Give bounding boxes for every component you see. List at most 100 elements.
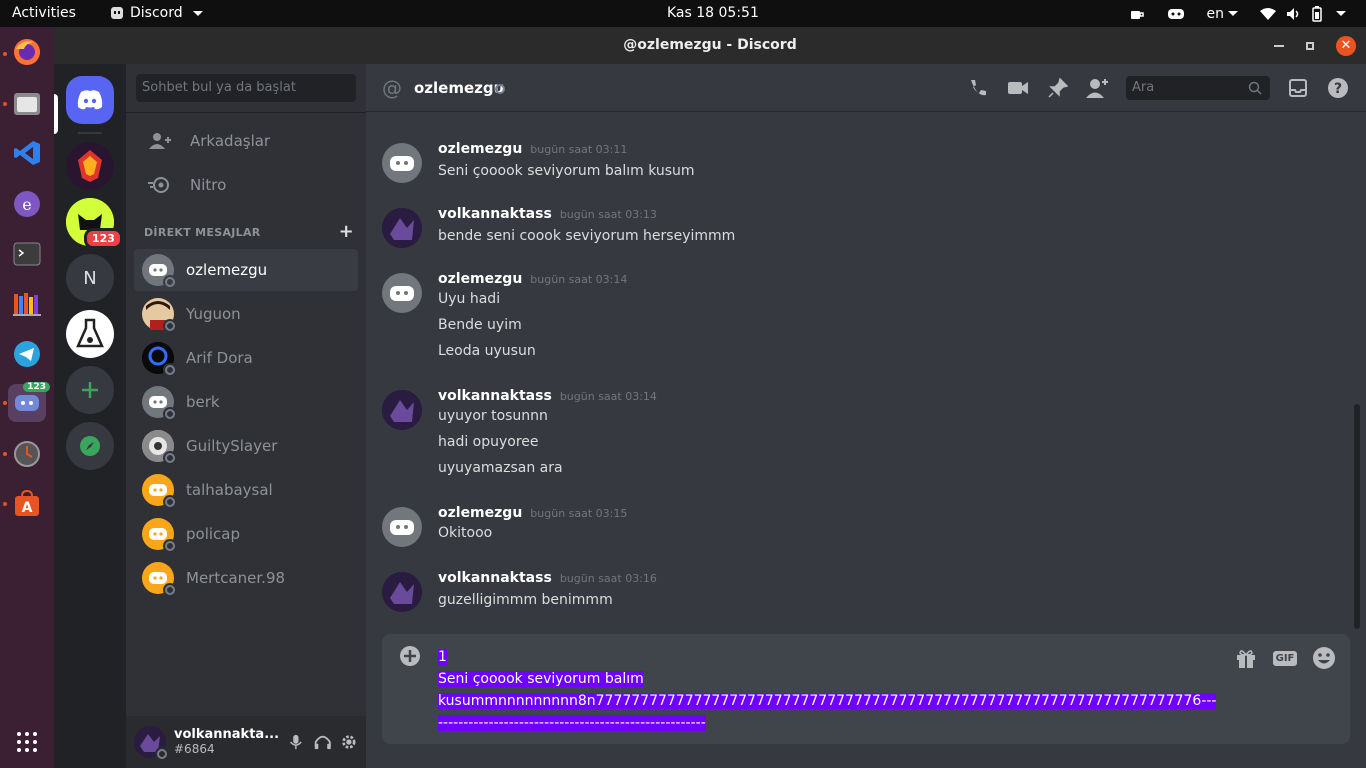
message-text: uyuyamazsan ara — [438, 460, 563, 476]
message-avatar[interactable] — [382, 572, 422, 612]
plus-icon — [82, 382, 98, 398]
firefox-icon[interactable] — [8, 33, 46, 71]
message-avatar[interactable] — [382, 507, 422, 547]
message-avatar[interactable] — [382, 208, 422, 248]
vscode-icon[interactable] — [8, 134, 46, 172]
add-server-button[interactable] — [66, 366, 114, 414]
svg-text:?: ? — [1334, 81, 1342, 97]
message-avatar[interactable] — [382, 273, 422, 313]
server-flask[interactable] — [66, 310, 114, 358]
message-author[interactable]: volkannaktass bugün saat 03:13 — [438, 206, 657, 222]
message-text: Okitooo — [438, 525, 493, 541]
dm-header-label: DİREKT MESAJLAR — [144, 226, 261, 239]
dm-search-input[interactable]: Sohbet bul ya da başlat — [136, 74, 356, 102]
telegram-icon[interactable] — [8, 335, 46, 373]
dm-item[interactable]: Mertcaner.98 — [134, 557, 358, 599]
help-icon[interactable]: ? — [1326, 76, 1350, 100]
maximize-button[interactable] — [1306, 41, 1314, 50]
message-input[interactable]: 1 Seni çooook seviyorum balım kusummnnnn… — [438, 646, 1217, 734]
add-friend-icon[interactable] — [1086, 76, 1110, 100]
dm-header: DİREKT MESAJLAR + — [144, 223, 354, 241]
voice-call-icon[interactable] — [966, 76, 990, 100]
settings-gear-icon[interactable] — [340, 732, 358, 752]
attach-plus-icon[interactable] — [399, 645, 421, 667]
window-title: @ozlemezgu - Discord — [623, 37, 797, 53]
dm-item[interactable]: GuiltySlayer — [134, 425, 358, 467]
language-selector[interactable]: en — [1207, 6, 1238, 22]
status-menu[interactable] — [1260, 5, 1346, 22]
dm-item[interactable]: policap — [134, 513, 358, 555]
scrollbar-thumb[interactable] — [1354, 404, 1360, 629]
author-name: ozlemezgu — [438, 141, 523, 157]
app-menu[interactable]: Discord — [110, 5, 203, 21]
nitro-icon — [148, 177, 169, 193]
timestamp: bugün saat 03:14 — [530, 273, 628, 286]
server-yellow[interactable]: 123 — [66, 198, 123, 249]
inbox-icon[interactable] — [1286, 76, 1310, 100]
discord-logo-icon — [77, 90, 103, 110]
coffee-icon[interactable] — [1129, 7, 1145, 21]
activities-button[interactable]: Activities — [12, 5, 76, 21]
create-dm-plus-icon[interactable]: + — [339, 223, 354, 241]
running-indicator — [3, 502, 7, 506]
dm-item[interactable]: ozlemezgu — [134, 249, 358, 291]
close-button[interactable]: ✕ — [1336, 35, 1356, 56]
status-indicator — [163, 539, 177, 553]
username: volkannakta... — [174, 727, 280, 742]
discord-tray-icon[interactable] — [1167, 7, 1185, 21]
microphone-icon[interactable] — [287, 732, 305, 752]
author-name: volkannaktass — [438, 206, 552, 222]
discord-dock-icon[interactable]: 123 — [8, 382, 50, 422]
author-name: volkannaktass — [438, 570, 552, 586]
home-button[interactable] — [66, 76, 114, 124]
nav-friends[interactable]: Arkadaşlar — [134, 120, 358, 162]
dm-name: talhabaysal — [186, 481, 273, 499]
emacs-icon[interactable]: e — [8, 185, 46, 223]
message-composer[interactable]: 1 Seni çooook seviyorum balım kusummnnnn… — [382, 634, 1350, 744]
message-text: Seni çooook seviyorum balım kusum — [438, 163, 695, 179]
message-author[interactable]: volkannaktass bugün saat 03:14 — [438, 388, 657, 404]
video-call-icon[interactable] — [1006, 76, 1030, 100]
message-author[interactable]: volkannaktass bugün saat 03:16 — [438, 570, 657, 586]
clock-app-icon[interactable] — [8, 435, 46, 473]
message-author[interactable]: ozlemezgu bugün saat 03:11 — [438, 141, 627, 157]
gift-icon[interactable] — [1234, 646, 1258, 670]
dm-name: ozlemezgu — [186, 261, 268, 279]
emoji-icon[interactable] — [1312, 646, 1336, 670]
window-controls: ✕ — [1274, 27, 1356, 64]
dock-notification-badge: 123 — [23, 382, 50, 392]
dm-name: Mertcaner.98 — [186, 569, 286, 587]
gif-button[interactable]: GIF — [1272, 646, 1298, 670]
message-text: bende seni coook seviyorum herseyimmm — [438, 228, 736, 244]
clock[interactable]: Kas 18 05:51 — [667, 5, 759, 21]
terminal-icon[interactable] — [8, 235, 46, 273]
avatar — [142, 254, 177, 289]
dm-item[interactable]: berk — [134, 381, 358, 423]
nav-nitro[interactable]: Nitro — [134, 164, 358, 206]
status-indicator — [163, 275, 177, 289]
selected-pill — [54, 94, 58, 134]
composer-line: kusummnnnnnnnnn8n77777777777777777777777… — [438, 693, 1217, 709]
show-apps-grid-icon[interactable] — [8, 723, 46, 761]
headphones-icon[interactable] — [313, 732, 333, 752]
message-avatar[interactable] — [382, 143, 422, 183]
server-red-emblem[interactable] — [66, 142, 114, 190]
bookshelf-icon[interactable] — [8, 285, 46, 323]
message-author[interactable]: ozlemezgu bugün saat 03:14 — [438, 271, 627, 287]
minimize-button[interactable] — [1274, 44, 1284, 47]
window-titlebar[interactable]: @ozlemezgu - Discord ✕ — [54, 27, 1366, 64]
timestamp: bugün saat 03:13 — [559, 208, 657, 221]
user-avatar[interactable] — [134, 726, 169, 761]
dm-item[interactable]: talhabaysal — [134, 469, 358, 511]
software-center-icon[interactable]: A — [8, 485, 46, 523]
dm-item[interactable]: Arif Dora — [134, 337, 358, 379]
timestamp: bugün saat 03:11 — [530, 143, 628, 156]
dm-item[interactable]: Yuguon — [134, 293, 358, 335]
message-avatar[interactable] — [382, 390, 422, 430]
files-icon[interactable] — [8, 84, 46, 122]
pin-icon[interactable] — [1046, 76, 1070, 100]
server-notification-badge: 123 — [84, 228, 123, 249]
server-letter-n[interactable]: N — [66, 254, 114, 302]
explore-servers-button[interactable] — [66, 422, 114, 470]
message-author[interactable]: ozlemezgu bugün saat 03:15 — [438, 505, 627, 521]
